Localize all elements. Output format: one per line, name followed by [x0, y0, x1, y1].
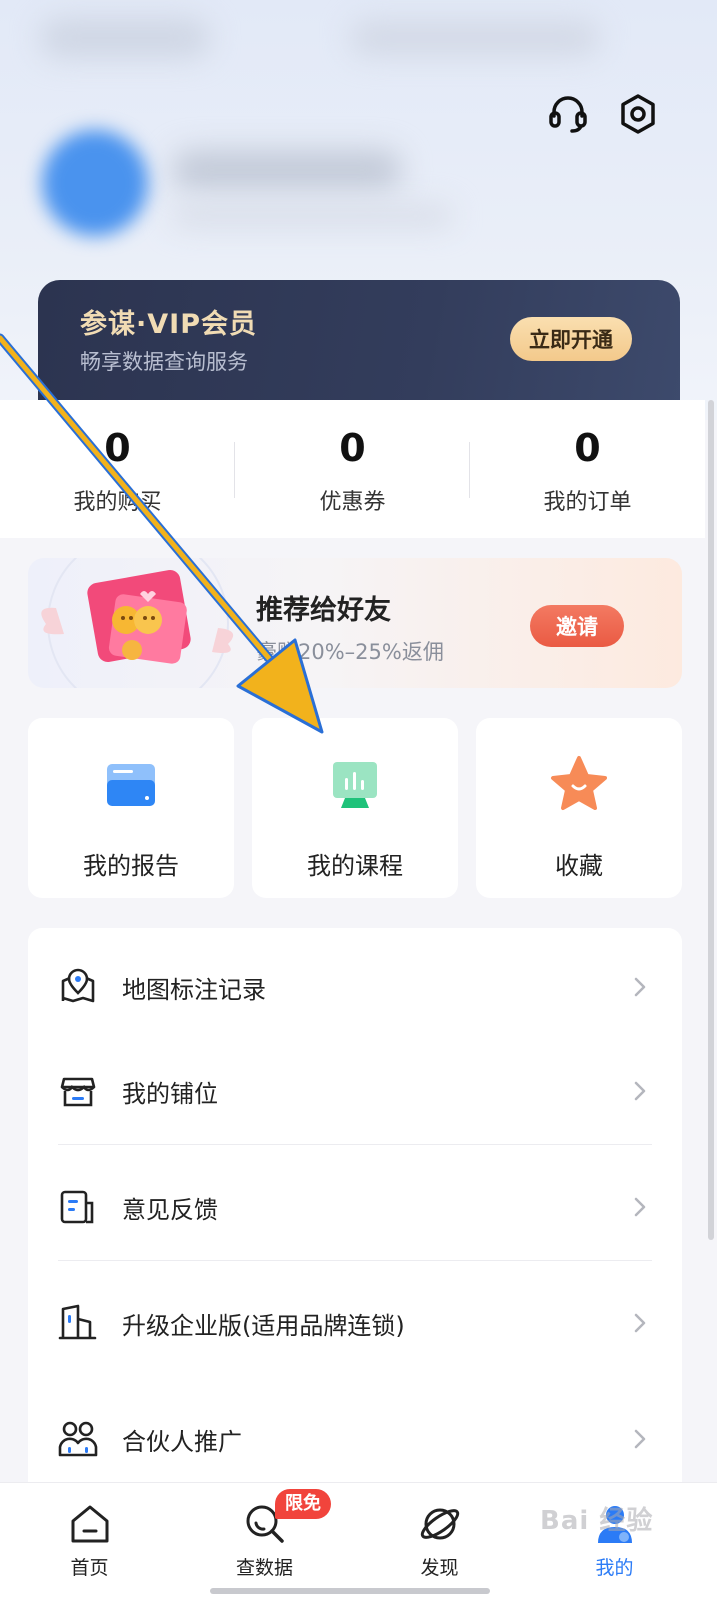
scrollbar[interactable] [708, 400, 714, 1240]
stat-value: 0 [339, 426, 366, 470]
customer-service-icon[interactable] [546, 92, 590, 136]
chevron-right-icon [634, 977, 646, 997]
home-indicator [210, 1588, 490, 1594]
vip-subtitle: 畅享数据查询服务 [80, 350, 248, 374]
tile-label: 收藏 [555, 852, 603, 880]
menu-item-partner-promotion[interactable]: 合伙人推广 [28, 1380, 682, 1498]
chevron-right-icon [634, 1081, 646, 1101]
stat-orders[interactable]: 0 我的订单 [470, 400, 705, 538]
chevron-right-icon [634, 1313, 646, 1333]
quick-tiles: 我的报告 我的课程 收藏 [28, 718, 682, 898]
tab-search-data[interactable]: 查数据 限免 [175, 1483, 354, 1600]
tab-label: 查数据 [235, 1557, 293, 1579]
stat-label: 我的购买 [73, 490, 162, 515]
tile-my-reports[interactable]: 我的报告 [28, 718, 234, 898]
partners-icon [58, 1421, 98, 1457]
invite-title: 推荐给好友 [256, 595, 391, 626]
tab-label: 首页 [70, 1557, 109, 1579]
course-screen-icon [333, 762, 377, 808]
stat-label: 优惠券 [319, 490, 386, 515]
menu-item-upgrade-enterprise[interactable]: 升级企业版(适用品牌连锁) [28, 1264, 682, 1382]
baidu-watermark: Bai 经验 [540, 1506, 654, 1536]
settings-menu-list: 地图标注记录 我的铺位 意见反馈 升级企业版(适用品牌连锁) 合伙人推广 [28, 928, 682, 1488]
stats-row: 0 我的购买 0 优惠券 0 我的订单 [0, 400, 705, 538]
vip-title: 参谋·VIP会员 [80, 309, 257, 340]
tab-home[interactable]: 首页 [0, 1483, 179, 1600]
chevron-right-icon [634, 1197, 646, 1217]
stat-value: 0 [104, 426, 131, 470]
menu-item-label: 我的铺位 [122, 1079, 218, 1108]
stat-coupons[interactable]: 0 优惠券 [235, 400, 470, 538]
tile-favorites[interactable]: 收藏 [476, 718, 682, 898]
free-badge: 限免 [275, 1489, 331, 1519]
invite-friends-banner[interactable]: 推荐给好友 豪赚20%–25%返佣 邀请 [28, 558, 682, 688]
divider [58, 1260, 652, 1261]
status-bar-right [350, 20, 600, 56]
invite-subtitle: 豪赚20%–25%返佣 [256, 640, 444, 664]
stat-purchases[interactable]: 0 我的购买 [0, 400, 235, 538]
menu-item-label: 升级企业版(适用品牌连锁) [122, 1311, 405, 1340]
store-icon [60, 1077, 96, 1107]
home-icon [71, 1505, 108, 1543]
menu-item-map-records[interactable]: 地图标注记录 [28, 928, 682, 1046]
map-pin-icon [61, 968, 95, 1003]
menu-item-label: 地图标注记录 [122, 975, 266, 1004]
report-folder-icon [107, 764, 155, 806]
star-icon [551, 756, 607, 810]
building-icon [58, 1304, 97, 1340]
invite-button[interactable]: 邀请 [530, 605, 624, 647]
tab-label: 发现 [420, 1557, 459, 1579]
tab-discover[interactable]: 发现 [350, 1483, 529, 1600]
stat-label: 我的订单 [543, 490, 632, 515]
avatar[interactable] [42, 130, 148, 236]
feedback-icon [60, 1190, 94, 1224]
menu-item-my-stores[interactable]: 我的铺位 [28, 1032, 682, 1150]
tile-label: 我的报告 [83, 852, 179, 880]
tile-label: 我的课程 [307, 852, 403, 880]
chevron-right-icon [634, 1429, 646, 1449]
divider [58, 1144, 652, 1145]
status-bar-left [40, 18, 210, 58]
planet-icon [420, 1508, 459, 1540]
settings-icon[interactable] [616, 92, 660, 136]
tile-my-courses[interactable]: 我的课程 [252, 718, 458, 898]
invite-illustration-icon [41, 558, 234, 688]
menu-item-feedback[interactable]: 意见反馈 [28, 1148, 682, 1266]
username[interactable] [172, 150, 402, 190]
stat-value: 0 [574, 426, 601, 470]
tab-label: 我的 [595, 1557, 634, 1579]
menu-item-label: 合伙人推广 [122, 1427, 242, 1456]
user-subtitle [172, 205, 452, 227]
vip-open-button[interactable]: 立即开通 [510, 317, 632, 361]
menu-item-label: 意见反馈 [122, 1195, 218, 1224]
